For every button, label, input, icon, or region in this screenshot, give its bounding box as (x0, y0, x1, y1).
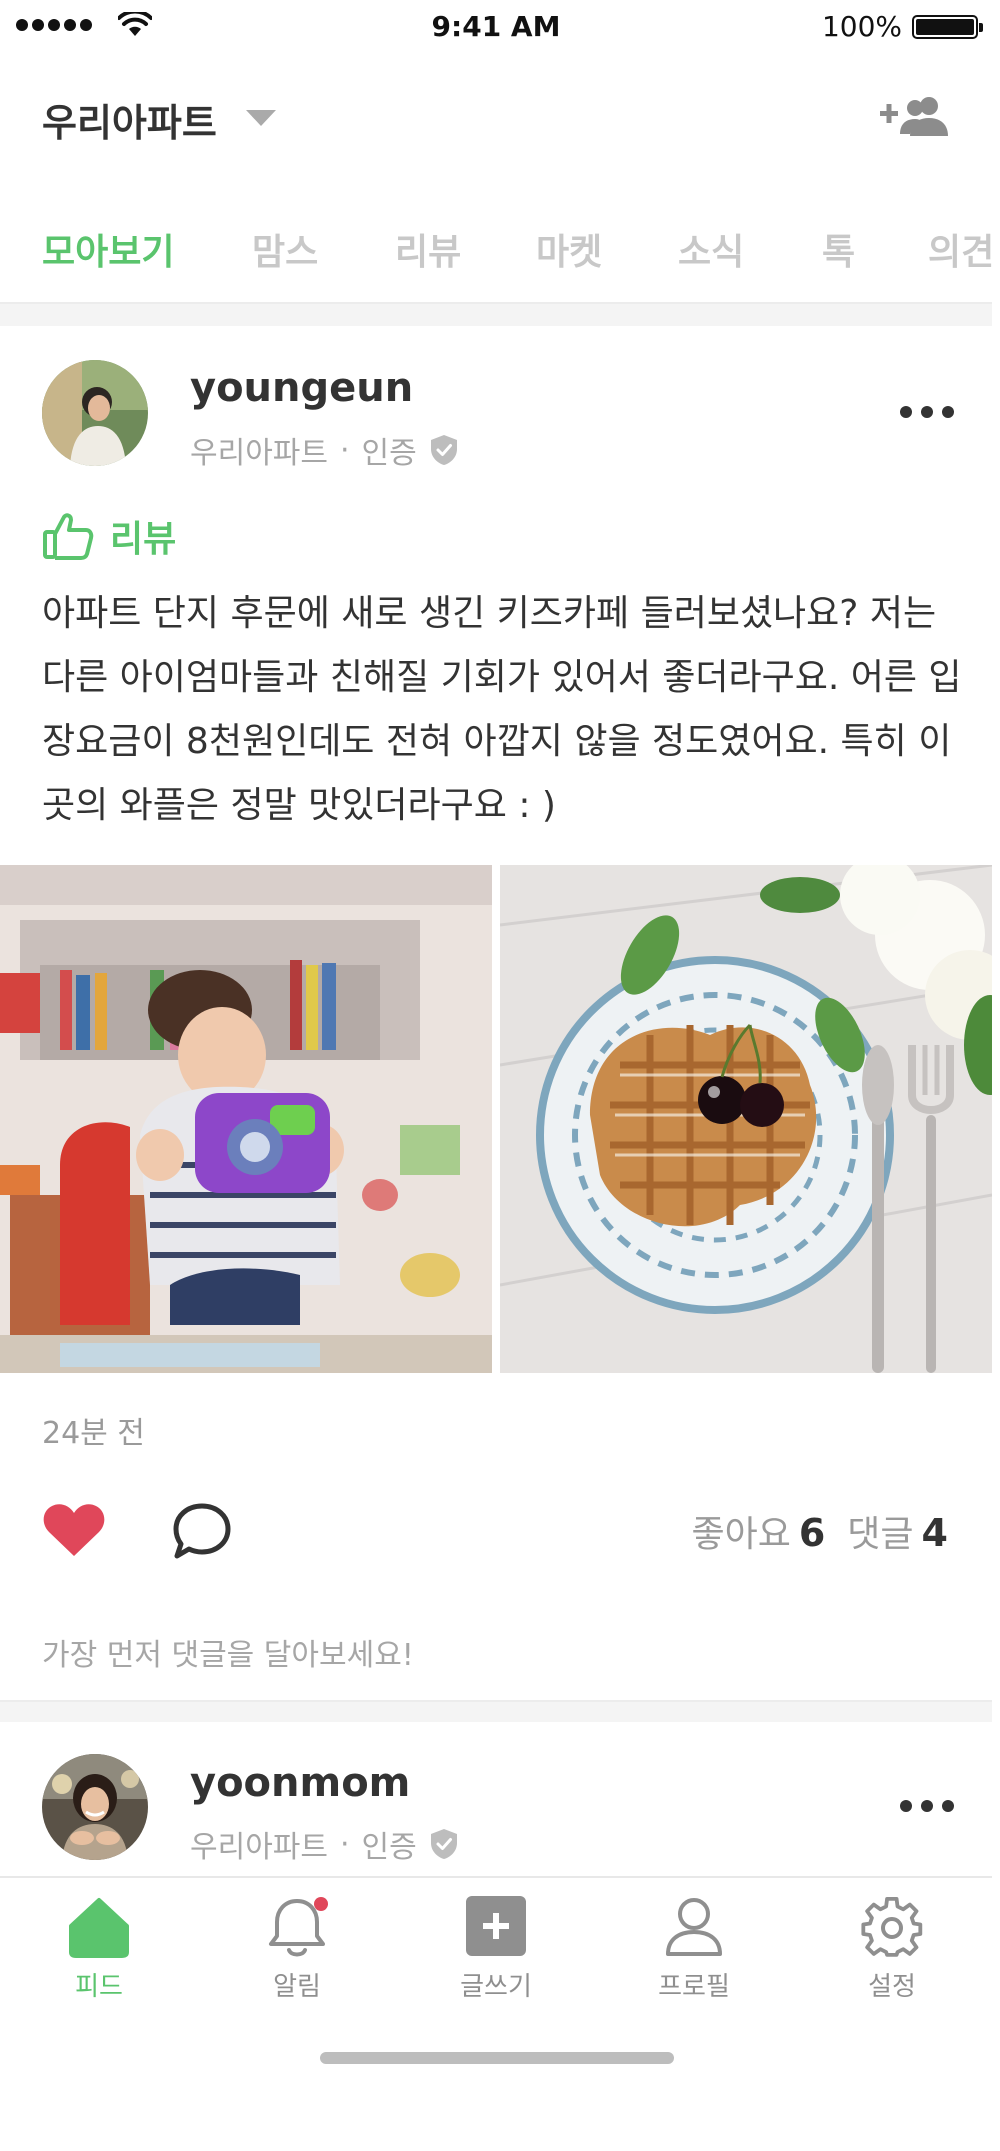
tab-review[interactable]: 리뷰 (395, 223, 461, 275)
nav-label: 피드 (75, 1972, 123, 2002)
nav-profile[interactable]: 프로필 (624, 1896, 764, 2003)
verified-shield-icon (430, 1829, 457, 1859)
comments-count: 4 (921, 1511, 948, 1555)
bottom-navigation: 피드 알림 글쓰기 프로필 설정 (0, 1876, 992, 2151)
write-plus-icon (466, 1896, 526, 1956)
post-author-meta: 우리아파트 · 인증 (190, 428, 459, 472)
bell-icon (269, 1897, 328, 1957)
post-author-name[interactable]: yoonmom (190, 1760, 410, 1806)
community-title[interactable]: 우리아파트 (42, 92, 217, 147)
more-options-icon[interactable] (900, 1800, 954, 1814)
first-comment-prompt[interactable]: 가장 먼저 댓글을 달아보세요! (42, 1630, 414, 1674)
battery-icon (912, 15, 983, 39)
post-photo-waffle[interactable] (500, 865, 992, 1373)
app-header: 우리아파트 (0, 70, 992, 160)
post-author-name[interactable]: youngeun (190, 365, 413, 411)
tab-opinion[interactable]: 의견 (928, 223, 992, 275)
dropdown-arrow-icon[interactable] (246, 110, 276, 126)
section-gap (0, 304, 992, 326)
verified-shield-icon (430, 435, 457, 465)
post-category: 리뷰 (42, 510, 176, 562)
author-community: 우리아파트 (190, 1830, 328, 1865)
heart-icon[interactable] (42, 1502, 106, 1558)
avatar[interactable] (42, 1754, 148, 1860)
feed-screen: 9:41 AM 100% 우리아파트 모아보기 맘스 리뷰 마켓 소식 톡 의견 (0, 0, 992, 2151)
nav-label: 프로필 (658, 1972, 730, 2002)
comment-bubble-icon[interactable] (172, 1502, 232, 1560)
meta-separator: · (340, 1826, 350, 1862)
profile-icon (666, 1898, 722, 1956)
section-gap (0, 1702, 992, 1722)
nav-settings[interactable]: 설정 (822, 1896, 962, 2003)
likes-label[interactable]: 좋아요 (691, 1505, 790, 1557)
battery-percentage: 100% (821, 10, 902, 43)
tab-news[interactable]: 소식 (678, 223, 744, 275)
post-timestamp: 24분 전 (42, 1416, 145, 1451)
add-friend-icon[interactable] (880, 94, 950, 138)
meta-separator: · (340, 432, 350, 468)
nav-notifications[interactable]: 알림 (227, 1896, 367, 2003)
tab-market[interactable]: 마켓 (536, 223, 602, 275)
nav-feed[interactable]: 피드 (29, 1896, 169, 2003)
gear-icon (861, 1896, 923, 1957)
post-body-text: 아파트 단지 후문에 새로 생긴 키즈카페 들러보셨나요? 저는 다른 아이엄마… (42, 593, 962, 826)
notification-dot (314, 1897, 328, 1911)
tab-moms[interactable]: 맘스 (252, 223, 318, 275)
thumbs-up-icon (43, 513, 94, 560)
home-icon (69, 1898, 129, 1958)
comments-label[interactable]: 댓글 (847, 1505, 913, 1557)
verified-label: 인증 (361, 436, 417, 471)
nav-label: 설정 (868, 1972, 916, 2002)
likes-count: 6 (798, 1511, 826, 1555)
author-community: 우리아파트 (190, 436, 328, 471)
verified-label: 인증 (361, 1830, 417, 1865)
screen-edge (992, 0, 1000, 2151)
category-label[interactable]: 리뷰 (110, 510, 176, 562)
tab-all[interactable]: 모아보기 (42, 223, 174, 275)
tab-talk[interactable]: 톡 (822, 223, 855, 275)
post-author-meta: 우리아파트 · 인증 (190, 1822, 459, 1866)
post-photo-child-camera[interactable] (0, 865, 492, 1373)
nav-label: 알림 (273, 1972, 321, 2002)
category-tabs: 모아보기 맘스 리뷰 마켓 소식 톡 의견 (0, 215, 992, 285)
app-screen: 9:41 AM 100% 우리아파트 모아보기 맘스 리뷰 마켓 소식 톡 의견 (0, 0, 1000, 2151)
nav-label: 글쓰기 (460, 1972, 532, 2002)
more-options-icon[interactable] (900, 406, 954, 420)
nav-write[interactable]: 글쓰기 (426, 1896, 566, 2003)
post-stats: 좋아요 6 댓글 4 (691, 1505, 948, 1557)
home-indicator[interactable] (320, 2052, 674, 2064)
avatar[interactable] (42, 360, 148, 466)
status-bar: 9:41 AM 100% (0, 0, 992, 54)
